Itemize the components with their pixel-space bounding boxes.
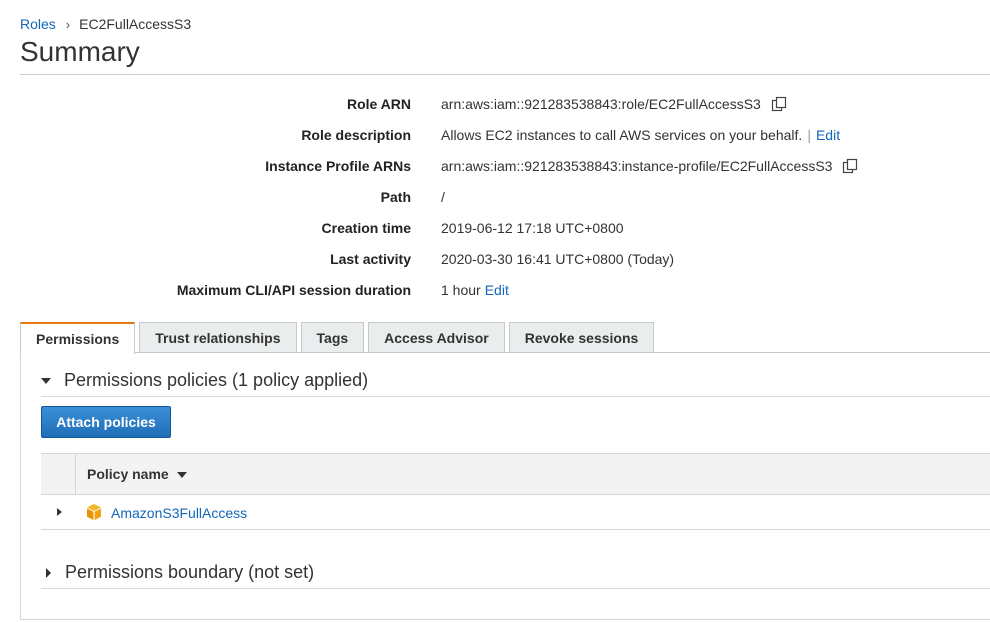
- tab-tags[interactable]: Tags: [300, 322, 365, 353]
- tabs-divider: [20, 352, 990, 353]
- role-description-label: Role description: [301, 127, 411, 143]
- max-session-label: Maximum CLI/API session duration: [176, 282, 411, 298]
- tab-revoke-sessions[interactable]: Revoke sessions: [508, 322, 655, 353]
- copy-icon[interactable]: [842, 158, 858, 174]
- copy-icon[interactable]: [771, 96, 787, 112]
- instance-profile-label: Instance Profile ARNs: [265, 158, 411, 174]
- permissions-boundary-heading: Permissions boundary (not set): [65, 562, 315, 582]
- permissions-policies-heading: Permissions policies (1 policy applied): [64, 370, 369, 390]
- role-arn-value-wrap: arn:aws:iam::921283538843:role/EC2FullAc…: [441, 96, 787, 112]
- max-session-value: 1 hour: [441, 282, 481, 298]
- separator: |: [807, 127, 811, 143]
- path-label: Path: [380, 189, 411, 205]
- tab-permissions[interactable]: Permissions: [20, 322, 136, 354]
- instance-profile-value-wrap: arn:aws:iam::921283538843:instance-profi…: [441, 158, 858, 174]
- summary-row-instance-profile: Instance Profile ARNs arn:aws:iam::92128…: [0, 158, 990, 178]
- tab-bar: Permissions Trust relationships Tags Acc…: [20, 322, 658, 354]
- last-activity-label: Last activity: [330, 251, 411, 267]
- sort-caret-down-icon: [176, 472, 187, 478]
- policy-name-header-label: Policy name: [87, 466, 169, 482]
- summary-row-creation-time: Creation time 2019-06-12 17:18 UTC+0800: [0, 220, 990, 240]
- breadcrumb: Roles › EC2FullAccessS3: [20, 16, 191, 32]
- summary-row-role-description: Role description Allows EC2 instances to…: [0, 127, 990, 147]
- path-value: /: [441, 189, 445, 205]
- breadcrumb-roles-link[interactable]: Roles: [20, 16, 56, 32]
- edit-description-link[interactable]: Edit: [816, 127, 840, 143]
- edit-session-duration-link[interactable]: Edit: [485, 282, 509, 298]
- section-divider: [41, 396, 990, 397]
- role-description-value-wrap: Allows EC2 instances to call AWS service…: [441, 127, 840, 143]
- panel-border-left: [20, 352, 21, 620]
- instance-profile-value: arn:aws:iam::921283538843:instance-profi…: [441, 158, 833, 174]
- role-arn-value: arn:aws:iam::921283538843:role/EC2FullAc…: [441, 96, 761, 112]
- caret-right-icon: [46, 567, 51, 578]
- summary-row-last-activity: Last activity 2020-03-30 16:41 UTC+0800 …: [0, 251, 990, 271]
- policy-link-amazons3fullaccess[interactable]: AmazonS3FullAccess: [111, 505, 247, 521]
- page-title: Summary: [20, 36, 140, 67]
- max-session-value-wrap: 1 hour Edit: [441, 282, 509, 298]
- tab-access-advisor[interactable]: Access Advisor: [368, 322, 505, 353]
- panel-border-bottom: [20, 619, 990, 620]
- creation-time-value: 2019-06-12 17:18 UTC+0800: [441, 220, 624, 236]
- tab-trust-relationships[interactable]: Trust relationships: [139, 322, 297, 353]
- section-divider: [41, 588, 990, 589]
- creation-time-label: Creation time: [321, 220, 411, 236]
- column-divider: [75, 454, 76, 495]
- table-row: AmazonS3FullAccess: [41, 495, 990, 530]
- summary-row-path: Path /: [0, 189, 990, 209]
- expand-row-icon[interactable]: [57, 508, 62, 516]
- chevron-right-icon: ›: [65, 16, 71, 32]
- role-arn-label: Role ARN: [346, 96, 411, 112]
- title-divider: [20, 74, 990, 75]
- role-description-value: Allows EC2 instances to call AWS service…: [441, 127, 803, 143]
- caret-down-icon: [41, 377, 51, 384]
- policy-name-column-header[interactable]: Policy name: [87, 466, 187, 482]
- policy-table-header: Policy name: [41, 453, 990, 495]
- attach-policies-button[interactable]: Attach policies: [41, 406, 171, 438]
- summary-row-max-session: Maximum CLI/API session duration 1 hour …: [0, 282, 990, 302]
- summary-row-role-arn: Role ARN arn:aws:iam::921283538843:role/…: [0, 96, 990, 116]
- permissions-policies-toggle[interactable]: Permissions policies (1 policy applied): [41, 370, 368, 391]
- aws-managed-policy-icon: [85, 503, 103, 521]
- last-activity-value: 2020-03-30 16:41 UTC+0800 (Today): [441, 251, 675, 267]
- breadcrumb-current: EC2FullAccessS3: [79, 16, 192, 32]
- permissions-boundary-toggle[interactable]: Permissions boundary (not set): [41, 562, 314, 583]
